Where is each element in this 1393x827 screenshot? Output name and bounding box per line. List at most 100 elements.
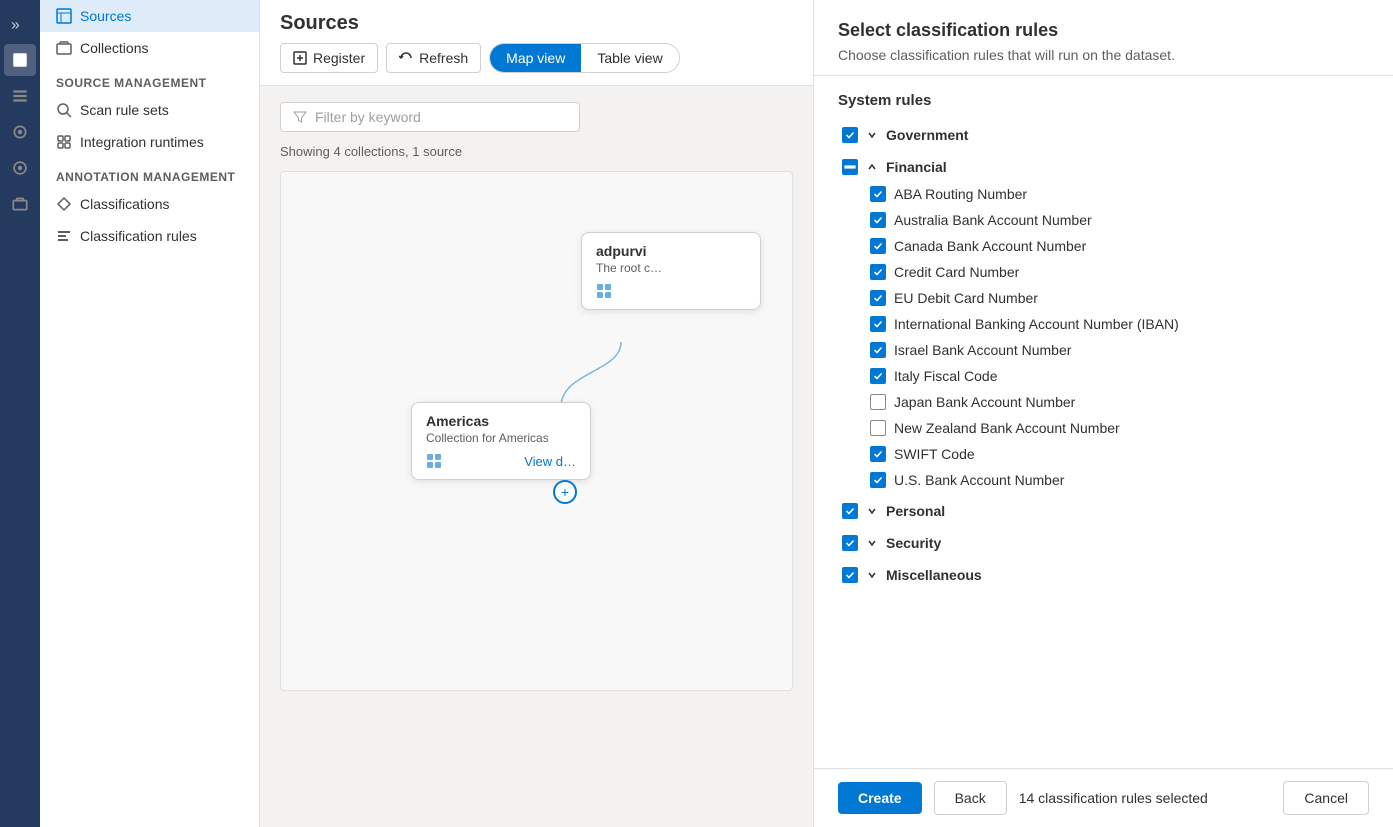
register-button[interactable]: Register bbox=[280, 43, 378, 73]
svg-text:»: » bbox=[11, 17, 20, 33]
nz-bank-label: New Zealand Bank Account Number bbox=[894, 420, 1120, 436]
map-view-button[interactable]: Map view bbox=[490, 44, 581, 72]
sidebar-item-sources[interactable]: Sources bbox=[40, 0, 259, 32]
canada-bank-label: Canada Bank Account Number bbox=[894, 238, 1086, 254]
selected-count: 14 classification rules selected bbox=[1019, 790, 1208, 806]
toolbar: Register Refresh Map view Table view bbox=[280, 43, 793, 73]
australia-bank-label: Australia Bank Account Number bbox=[894, 212, 1092, 228]
rule-aba-routing[interactable]: ABA Routing Number bbox=[838, 181, 1369, 207]
rule-group-financial-header[interactable]: Financial bbox=[838, 153, 1369, 181]
create-button[interactable]: Create bbox=[838, 782, 922, 814]
sidebar-item-classification-rules[interactable]: Classification rules bbox=[40, 220, 259, 252]
rules-icon bbox=[56, 228, 72, 244]
rule-group-security-header[interactable]: Security bbox=[838, 529, 1369, 557]
main-content: Sources Register Refresh Map view Table … bbox=[260, 0, 813, 827]
adpurvi-subtitle: The root c… bbox=[596, 261, 746, 275]
back-button[interactable]: Back bbox=[934, 781, 1007, 815]
insights-icon[interactable] bbox=[4, 116, 36, 148]
sidebar-item-integration-runtimes[interactable]: Integration runtimes bbox=[40, 126, 259, 158]
rule-swift[interactable]: SWIFT Code bbox=[838, 441, 1369, 467]
management-icon[interactable] bbox=[4, 152, 36, 184]
table-view-label: Table view bbox=[597, 50, 662, 66]
collection-icon bbox=[56, 40, 72, 56]
rule-group-personal: Personal bbox=[838, 497, 1369, 525]
americas-title: Americas bbox=[426, 413, 576, 429]
personal-label: Personal bbox=[886, 503, 945, 519]
filter-input-wrapper[interactable]: Filter by keyword bbox=[280, 102, 580, 132]
sidebar: Sources Collections Source management Sc… bbox=[40, 0, 260, 827]
credit-card-checkbox[interactable] bbox=[870, 264, 886, 280]
rule-italy-fiscal[interactable]: Italy Fiscal Code bbox=[838, 363, 1369, 389]
rule-israel-bank[interactable]: Israel Bank Account Number bbox=[838, 337, 1369, 363]
americas-subtitle: Collection for Americas bbox=[426, 431, 576, 445]
annotation-management-header: Annotation management bbox=[40, 158, 259, 188]
sidebar-item-scan-rule-sets[interactable]: Scan rule sets bbox=[40, 94, 259, 126]
scan-icon bbox=[56, 102, 72, 118]
view-toggle: Map view Table view bbox=[489, 43, 680, 73]
japan-bank-label: Japan Bank Account Number bbox=[894, 394, 1075, 410]
nz-bank-checkbox[interactable] bbox=[870, 420, 886, 436]
miscellaneous-checkbox[interactable] bbox=[842, 567, 858, 583]
iban-checkbox[interactable] bbox=[870, 316, 886, 332]
us-bank-label: U.S. Bank Account Number bbox=[894, 472, 1064, 488]
japan-bank-checkbox[interactable] bbox=[870, 394, 886, 410]
rule-group-financial: Financial ABA Routing Number Australia B… bbox=[838, 153, 1369, 493]
sidebar-item-collections[interactable]: Collections bbox=[40, 32, 259, 64]
refresh-label: Refresh bbox=[419, 50, 468, 66]
personal-checkbox[interactable] bbox=[842, 503, 858, 519]
government-checkbox[interactable] bbox=[842, 127, 858, 143]
sidebar-runtime-label: Integration runtimes bbox=[80, 134, 204, 150]
rule-us-bank[interactable]: U.S. Bank Account Number bbox=[838, 467, 1369, 493]
adpurvi-footer bbox=[596, 283, 746, 299]
personal-chevron-icon bbox=[866, 505, 878, 517]
us-bank-checkbox[interactable] bbox=[870, 472, 886, 488]
security-checkbox[interactable] bbox=[842, 535, 858, 551]
sidebar-item-classifications[interactable]: Classifications bbox=[40, 188, 259, 220]
main-header: Sources Register Refresh Map view Table … bbox=[260, 0, 813, 86]
government-chevron-icon bbox=[866, 129, 878, 141]
eu-debit-label: EU Debit Card Number bbox=[894, 290, 1038, 306]
israel-bank-checkbox[interactable] bbox=[870, 342, 886, 358]
rule-credit-card[interactable]: Credit Card Number bbox=[838, 259, 1369, 285]
swift-checkbox[interactable] bbox=[870, 446, 886, 462]
cancel-label: Cancel bbox=[1304, 790, 1348, 806]
aba-routing-checkbox[interactable] bbox=[870, 186, 886, 202]
rule-group-government-header[interactable]: Government bbox=[838, 121, 1369, 149]
classify-icon bbox=[56, 196, 72, 212]
runtime-icon bbox=[56, 134, 72, 150]
italy-fiscal-checkbox[interactable] bbox=[870, 368, 886, 384]
australia-bank-checkbox[interactable] bbox=[870, 212, 886, 228]
rule-eu-debit[interactable]: EU Debit Card Number bbox=[838, 285, 1369, 311]
register-icon bbox=[293, 51, 307, 65]
table-view-button[interactable]: Table view bbox=[581, 44, 678, 72]
canada-bank-checkbox[interactable] bbox=[870, 238, 886, 254]
expand-icon[interactable]: » bbox=[4, 8, 36, 40]
briefcase-icon[interactable] bbox=[4, 188, 36, 220]
rule-group-personal-header[interactable]: Personal bbox=[838, 497, 1369, 525]
view-details-link[interactable]: View d… bbox=[524, 454, 576, 469]
plus-icon: + bbox=[561, 484, 569, 500]
aba-routing-label: ABA Routing Number bbox=[894, 186, 1027, 202]
rule-group-miscellaneous-header[interactable]: Miscellaneous bbox=[838, 561, 1369, 589]
security-label: Security bbox=[886, 535, 941, 551]
add-collection-button[interactable]: + bbox=[553, 480, 577, 504]
adpurvi-card: adpurvi The root c… bbox=[581, 232, 761, 310]
rule-japan-bank[interactable]: Japan Bank Account Number bbox=[838, 389, 1369, 415]
cancel-button[interactable]: Cancel bbox=[1283, 781, 1369, 815]
rule-nz-bank[interactable]: New Zealand Bank Account Number bbox=[838, 415, 1369, 441]
catalog-icon[interactable] bbox=[4, 80, 36, 112]
home-icon[interactable] bbox=[4, 44, 36, 76]
miscellaneous-label: Miscellaneous bbox=[886, 567, 982, 583]
map-view-label: Map view bbox=[506, 50, 565, 66]
eu-debit-checkbox[interactable] bbox=[870, 290, 886, 306]
right-panel-header: Select classification rules Choose class… bbox=[814, 0, 1393, 76]
refresh-button[interactable]: Refresh bbox=[386, 43, 481, 73]
financial-checkbox[interactable] bbox=[842, 159, 858, 175]
rule-iban[interactable]: International Banking Account Number (IB… bbox=[838, 311, 1369, 337]
adpurvi-grid-icon bbox=[596, 283, 612, 299]
right-panel-subtitle: Choose classification rules that will ru… bbox=[838, 47, 1369, 63]
rule-australia-bank[interactable]: Australia Bank Account Number bbox=[838, 207, 1369, 233]
rule-canada-bank[interactable]: Canada Bank Account Number bbox=[838, 233, 1369, 259]
adpurvi-title: adpurvi bbox=[596, 243, 746, 259]
page-title: Sources bbox=[280, 12, 793, 35]
